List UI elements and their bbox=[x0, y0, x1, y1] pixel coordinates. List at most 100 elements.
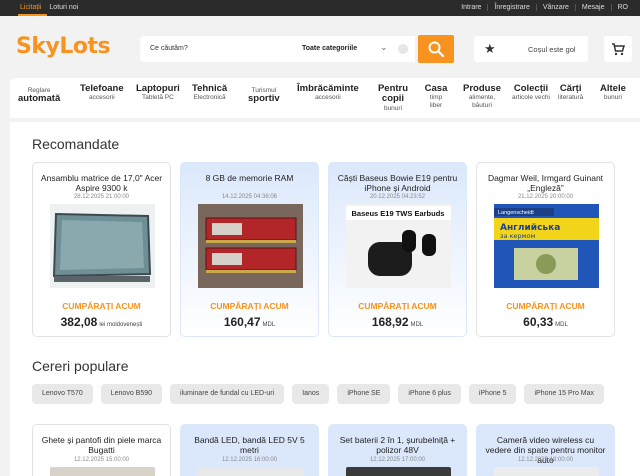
sell-link[interactable]: Vânzare bbox=[535, 4, 575, 11]
product-image[interactable] bbox=[50, 467, 155, 476]
product-card[interactable]: Cameră video wireless cu vedere din spat… bbox=[476, 424, 615, 476]
product-image[interactable] bbox=[198, 467, 303, 476]
product-card[interactable]: 8 GB de memorie RAM 14.12.2025 04:36:06 … bbox=[180, 162, 319, 337]
product-image[interactable] bbox=[50, 204, 155, 288]
image-label: Baseus E19 TWS Earbuds bbox=[352, 209, 445, 218]
product-title[interactable]: Ansamblu matrice de 17,0" Acer Aspire 93… bbox=[39, 173, 164, 193]
cart-status: Coșul este gol bbox=[528, 45, 576, 54]
main-content: Recomandate Ansamblu matrice de 17,0" Ac… bbox=[10, 122, 640, 476]
category-label: Îmbrăcăminte bbox=[297, 83, 359, 94]
buy-now-button[interactable]: CUMPĂRAȚI ACUM bbox=[329, 301, 466, 311]
tag-chip[interactable]: Lenovo T570 bbox=[32, 384, 93, 404]
product-card[interactable]: Ghete și pantofi din piele marca Bugatti… bbox=[32, 424, 171, 476]
category-sub: Electronică bbox=[193, 94, 226, 102]
category-sport[interactable]: Turismul sportiv bbox=[248, 87, 280, 105]
messages-link[interactable]: Mesaje bbox=[574, 4, 611, 11]
product-card[interactable]: Dagmar Weil, Irmgard Guinant „Engleză” 2… bbox=[476, 162, 615, 337]
category-select[interactable]: Toate categoriile bbox=[302, 45, 357, 52]
product-date: 12.12.2025 18:00:00 bbox=[517, 457, 574, 463]
category-automation[interactable]: Reglare automată bbox=[18, 87, 60, 105]
tag-chip[interactable]: iluminare de fundal cu LED-uri bbox=[170, 384, 285, 404]
product-title[interactable]: Căști Baseus Bowie E19 pentru iPhone și … bbox=[335, 173, 460, 193]
svg-text:за кермом: за кермом bbox=[500, 232, 535, 240]
svg-text:Langenscheidt: Langenscheidt bbox=[498, 210, 534, 216]
product-image[interactable] bbox=[346, 467, 451, 476]
buy-now-button[interactable]: CUMPĂRAȚI ACUM bbox=[181, 301, 318, 311]
product-title[interactable]: Set baterii 2 în 1, șurubelniță + polizo… bbox=[335, 435, 460, 455]
category-label: sportiv bbox=[248, 93, 280, 105]
top-bar: Licitații Loturi noi Intrare Înregistrar… bbox=[0, 0, 640, 16]
category-sub: bunuri bbox=[383, 104, 403, 112]
tag-chip[interactable]: iPhone 15 Pro Max bbox=[524, 384, 605, 404]
register-link[interactable]: Înregistrare bbox=[487, 4, 535, 11]
category-clothing[interactable]: Îmbrăcăminte accesorii bbox=[297, 83, 359, 102]
chevron-down-icon[interactable]: ⌄ bbox=[380, 42, 388, 53]
search-placeholder: Ce căutăm? bbox=[150, 45, 188, 52]
product-title[interactable]: Bandă LED, bandă LED 5V 5 metri bbox=[187, 435, 312, 455]
product-card[interactable]: Ansamblu matrice de 17,0" Acer Aspire 93… bbox=[32, 162, 171, 337]
recommended-title: Recomandate bbox=[32, 136, 120, 152]
search-icon bbox=[428, 41, 444, 57]
product-date: 28.12.2025 21:00:00 bbox=[73, 194, 130, 200]
product-card[interactable]: Set baterii 2 în 1, șurubelniță + polizo… bbox=[328, 424, 467, 476]
product-title[interactable]: 8 GB de memorie RAM bbox=[187, 173, 312, 183]
category-sub: articole vechi bbox=[512, 94, 550, 102]
tag-chip[interactable]: iPhone SE bbox=[337, 384, 391, 404]
search-input[interactable]: Ce căutăm? Toate categoriile ⌄ bbox=[140, 36, 415, 62]
clear-icon[interactable] bbox=[398, 44, 408, 54]
category-kids[interactable]: Pentru copii bunuri bbox=[376, 83, 410, 112]
star-icon[interactable]: ★ bbox=[484, 41, 496, 57]
tab-new-lots[interactable]: Loturi noi bbox=[47, 4, 84, 16]
buy-now-button[interactable]: CUMPĂRAȚI ACUM bbox=[33, 301, 170, 311]
category-tech[interactable]: Tehnică Electronică bbox=[192, 83, 228, 102]
category-label: Tehnică bbox=[192, 83, 228, 94]
tab-auctions[interactable]: Licitații bbox=[18, 4, 48, 16]
product-image[interactable]: Langenscheidt Английська за кермом bbox=[494, 204, 599, 288]
login-link[interactable]: Intrare bbox=[455, 4, 487, 11]
product-price: 168,92 MDL bbox=[371, 315, 424, 329]
product-title[interactable]: Dagmar Weil, Irmgard Guinant „Engleză” bbox=[483, 173, 608, 193]
category-sub: accesorii bbox=[88, 94, 115, 102]
category-label: Pentru copii bbox=[377, 83, 409, 105]
category-label: Telefoane bbox=[80, 83, 124, 94]
category-sub: literatură bbox=[558, 94, 584, 102]
product-price: 60,33 MDL bbox=[523, 315, 568, 329]
tag-chip[interactable]: Ianos bbox=[292, 384, 330, 404]
product-image[interactable] bbox=[494, 467, 599, 476]
product-card[interactable]: Bandă LED, bandă LED 5V 5 metri 12.12.20… bbox=[180, 424, 319, 476]
product-price: 382,08 lei moldovenești bbox=[60, 315, 143, 329]
product-date: 20.12.2025 04:23:52 bbox=[369, 194, 426, 200]
favorites-cart-box[interactable]: ★ Coșul este gol bbox=[474, 36, 588, 62]
category-other[interactable]: Altele bunuri bbox=[600, 83, 626, 102]
category-label: Produse bbox=[462, 83, 501, 94]
product-image[interactable]: Baseus E19 TWS Earbuds bbox=[346, 204, 451, 288]
product-card[interactable]: Căști Baseus Bowie E19 pentru iPhone și … bbox=[328, 162, 467, 337]
product-title[interactable]: Ghete și pantofi din piele marca Bugatti bbox=[39, 435, 164, 455]
category-label: Casa bbox=[424, 83, 448, 94]
category-sub: timp liber bbox=[429, 94, 443, 109]
category-phones[interactable]: Telefoane accesorii bbox=[80, 83, 124, 102]
category-sub: accesorii bbox=[315, 94, 341, 102]
category-label: Laptopuri bbox=[136, 83, 180, 94]
tag-chip[interactable]: iPhone 5 bbox=[468, 384, 517, 404]
popular-title: Cereri populare bbox=[32, 358, 129, 374]
buy-now-button[interactable]: CUMPĂRAȚI ACUM bbox=[477, 301, 614, 311]
category-nav: Reglare automată Telefoane accesorii Lap… bbox=[10, 78, 640, 118]
search-button[interactable] bbox=[418, 35, 454, 63]
category-food[interactable]: Produse alimente, băuturi bbox=[460, 83, 504, 109]
product-date: 12.12.2025 16:00:00 bbox=[221, 457, 278, 463]
product-image[interactable] bbox=[198, 204, 303, 288]
header: SkyLots Ce căutăm? Toate categoriile ⌄ ★… bbox=[0, 16, 640, 78]
category-collections[interactable]: Colecții articole vechi bbox=[512, 83, 550, 102]
category-laptops[interactable]: Laptopuri Tabletă PC bbox=[136, 83, 180, 102]
site-logo[interactable]: SkyLots bbox=[16, 34, 111, 59]
language-selector[interactable]: RO bbox=[610, 4, 635, 11]
category-home[interactable]: Casa timp liber bbox=[424, 83, 448, 109]
cart-button[interactable] bbox=[604, 36, 632, 62]
category-sub: bunuri bbox=[603, 94, 622, 102]
category-books[interactable]: Cărți literatură bbox=[558, 83, 584, 102]
tag-chip[interactable]: iPhone 6 plus bbox=[398, 384, 461, 404]
product-date: 12.12.2025 15:00:00 bbox=[73, 457, 130, 463]
tag-chip[interactable]: Lenovo B590 bbox=[100, 384, 163, 404]
category-label: Cărți bbox=[559, 83, 582, 94]
